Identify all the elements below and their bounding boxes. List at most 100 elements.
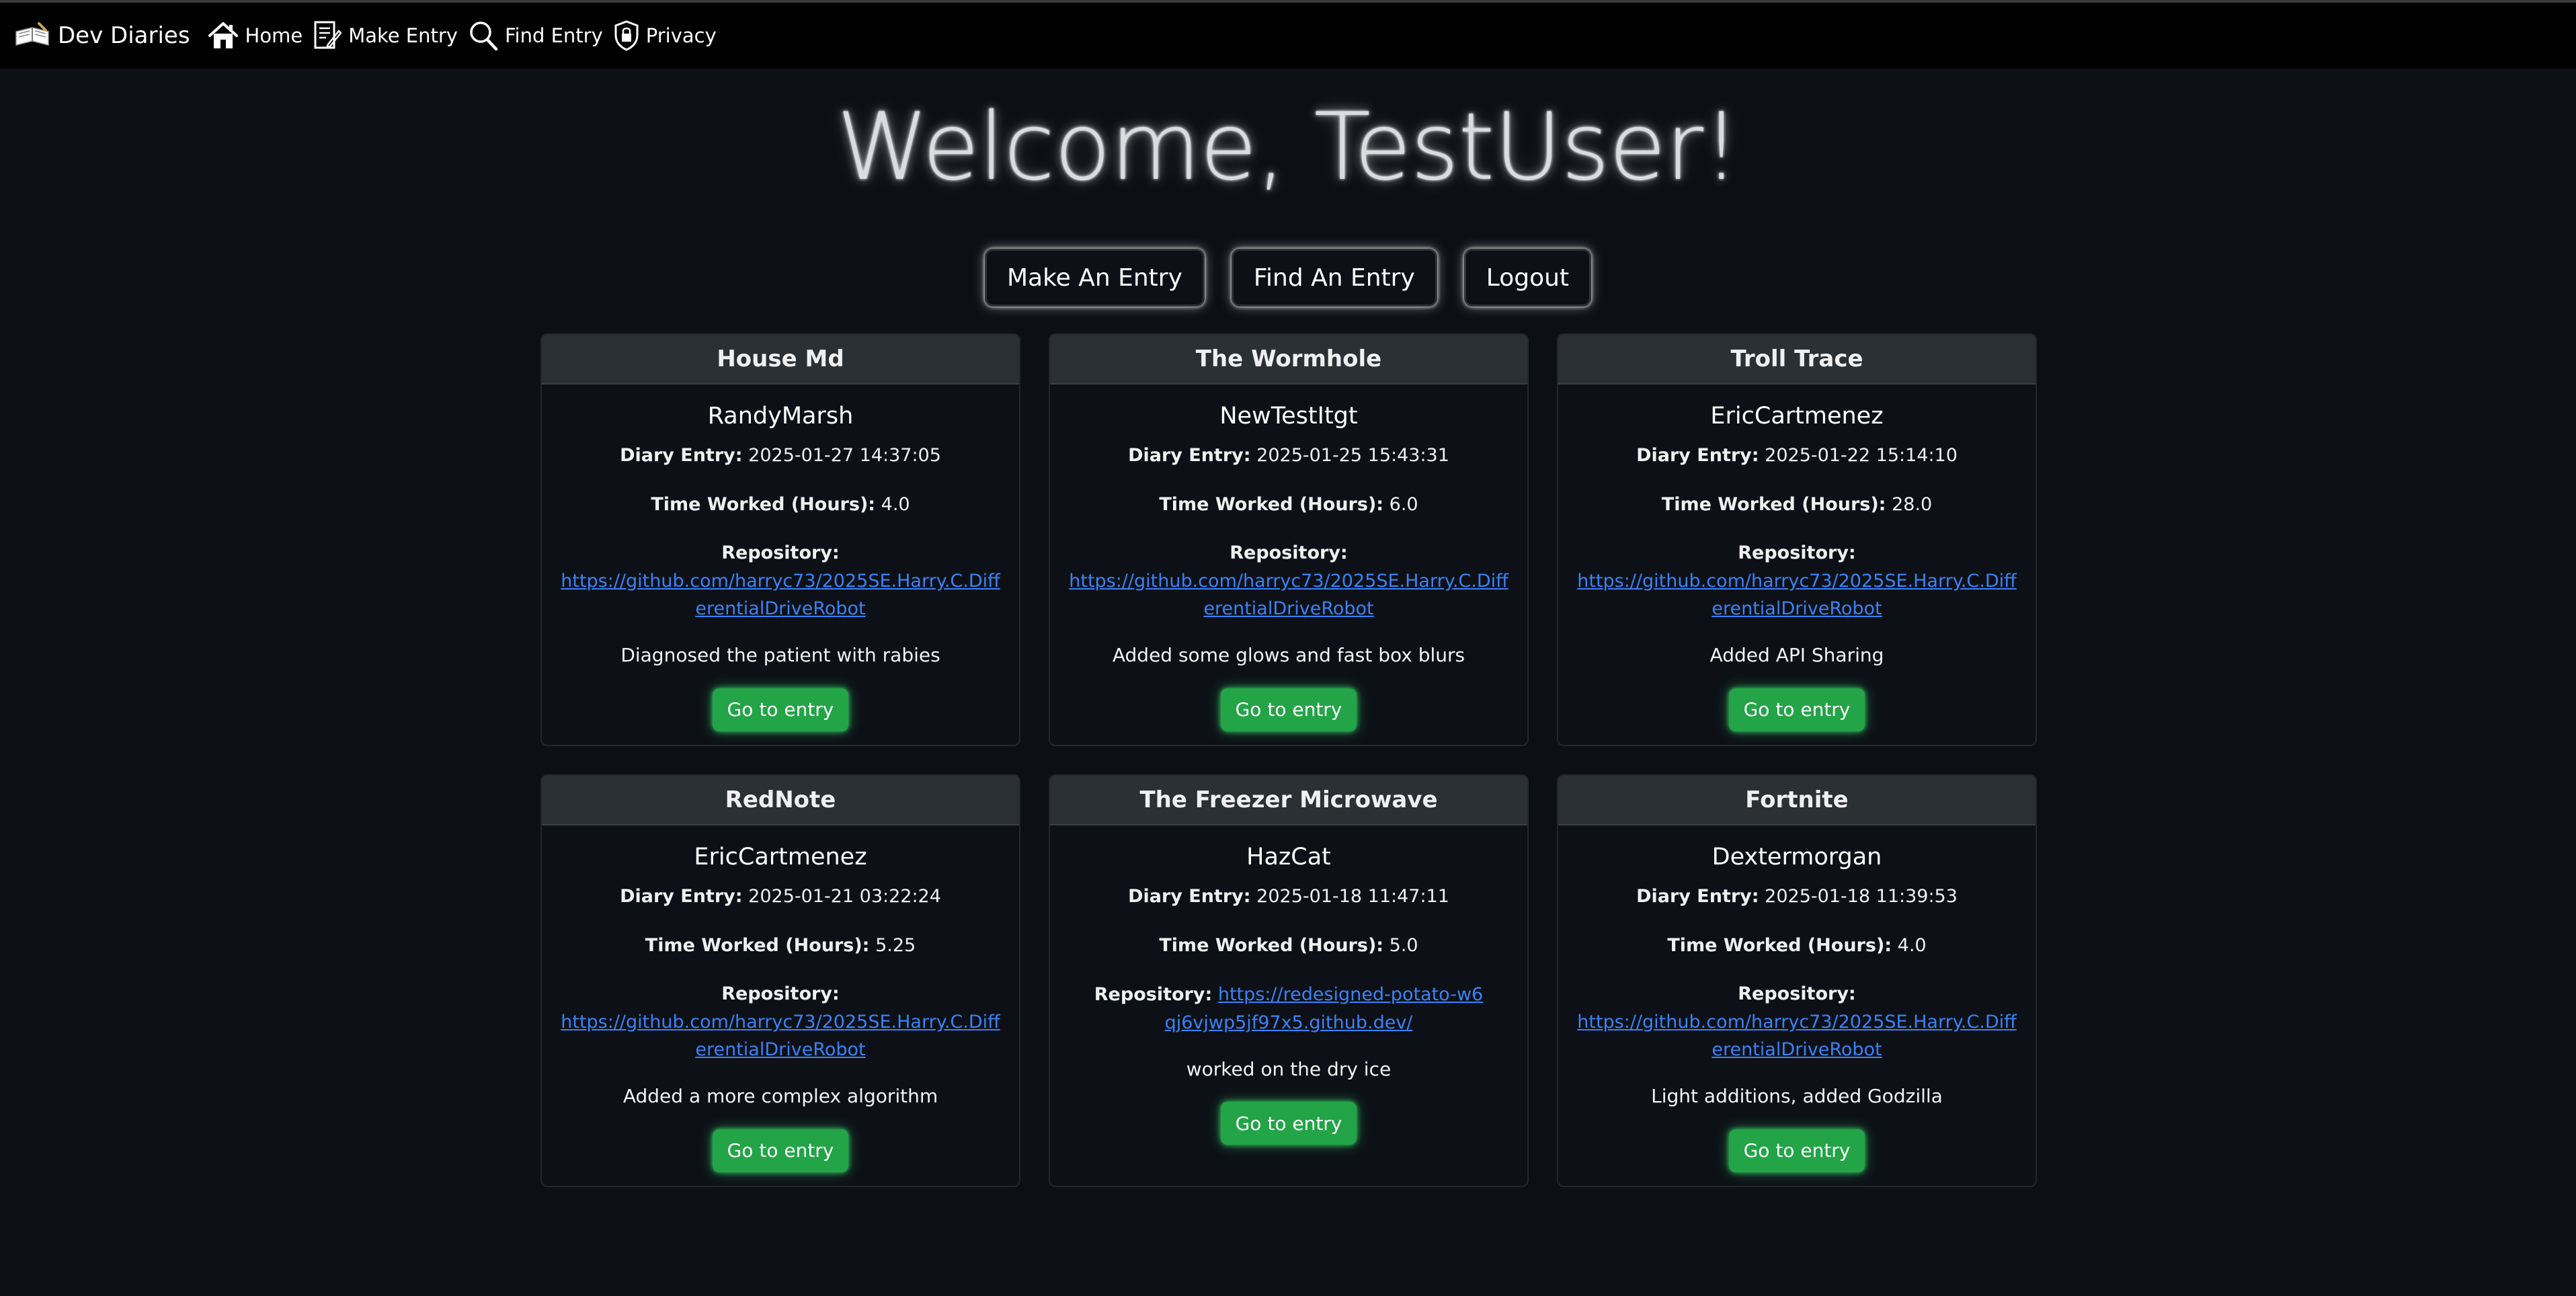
nav-label-find-entry: Find Entry: [504, 24, 603, 47]
entry-repo-row: Repository: https://github.com/harryc73/…: [1066, 540, 1511, 623]
entry-hours: 5.0: [1389, 934, 1418, 956]
entry-hours: 6.0: [1389, 493, 1418, 515]
entry-date-row: Diary Entry: 2025-01-18 11:47:11: [1066, 883, 1511, 911]
home-icon: [208, 22, 239, 50]
entry-description: Added a more complex algorithm: [622, 1085, 938, 1108]
entry-hours-row: Time Worked (Hours): 5.0: [1066, 932, 1511, 960]
entry-repo-row: Repository: https://github.com/harryc73/…: [558, 540, 1003, 623]
entries-grid: House Md RandyMarsh Diary Entry: 2025-01…: [540, 333, 2037, 1187]
diary-entry-label: Diary Entry:: [620, 886, 743, 907]
entry-date-row: Diary Entry: 2025-01-25 15:43:31: [1066, 442, 1511, 470]
repository-link[interactable]: https://github.com/harryc73/2025SE.Harry…: [558, 1008, 1003, 1065]
repository-link[interactable]: https://redesigned-potato-w6qj6vjwp5jf97…: [1165, 984, 1484, 1033]
entry-description: Light additions, added Godzilla: [1651, 1085, 1943, 1108]
entry-hours-row: Time Worked (Hours): 4.0: [558, 491, 1003, 519]
entry-card: Troll Trace EricCartmenez Diary Entry: 2…: [1557, 333, 2037, 746]
entry-title: House Md: [542, 335, 1019, 384]
go-to-entry-button[interactable]: Go to entry: [1728, 688, 1865, 731]
entry-card: The Freezer Microwave HazCat Diary Entry…: [1049, 774, 1529, 1187]
find-an-entry-button[interactable]: Find An Entry: [1231, 249, 1437, 307]
diary-entry-label: Diary Entry:: [1128, 886, 1251, 907]
entry-author: EricCartmenez: [694, 844, 867, 870]
entry-hours-row: Time Worked (Hours): 5.25: [558, 932, 1003, 960]
pencil-note-icon: [313, 20, 342, 51]
nav-item-find-entry[interactable]: Find Entry: [469, 20, 603, 51]
go-to-entry-button[interactable]: Go to entry: [1220, 1102, 1357, 1145]
welcome-heading: Welcome, TestUser!: [836, 93, 1740, 201]
entry-author: NewTestItgt: [1219, 403, 1358, 430]
shield-lock-icon: [614, 20, 639, 51]
nav-item-home[interactable]: Home: [208, 22, 303, 50]
entry-hours-row: Time Worked (Hours): 4.0: [1574, 932, 2019, 960]
entry-hours-row: Time Worked (Hours): 28.0: [1574, 491, 2019, 519]
entry-hours: 5.25: [875, 934, 916, 956]
time-worked-label: Time Worked (Hours):: [651, 493, 876, 515]
logout-button[interactable]: Logout: [1463, 249, 1592, 307]
repository-link[interactable]: https://github.com/harryc73/2025SE.Harry…: [1066, 567, 1511, 624]
entry-date-row: Diary Entry: 2025-01-21 03:22:24: [558, 883, 1003, 911]
diary-entry-label: Diary Entry:: [1636, 886, 1759, 907]
entry-author: EricCartmenez: [1710, 403, 1884, 430]
entry-author: RandyMarsh: [707, 403, 854, 430]
entry-date: 2025-01-21 03:22:24: [748, 886, 941, 907]
entry-date: 2025-01-22 15:14:10: [1765, 445, 1958, 466]
time-worked-label: Time Worked (Hours):: [645, 934, 870, 956]
entry-title: RedNote: [542, 776, 1019, 825]
entry-date: 2025-01-27 14:37:05: [748, 445, 941, 466]
entry-author: HazCat: [1246, 844, 1331, 870]
entry-date-row: Diary Entry: 2025-01-18 11:39:53: [1574, 883, 2019, 911]
entry-repo-row: Repository: https://github.com/harryc73/…: [1574, 540, 2019, 623]
go-to-entry-button[interactable]: Go to entry: [1220, 688, 1357, 731]
repository-link[interactable]: https://github.com/harryc73/2025SE.Harry…: [1574, 567, 2019, 624]
entry-description: Diagnosed the patient with rabies: [620, 644, 940, 667]
time-worked-label: Time Worked (Hours):: [1667, 934, 1892, 956]
nav-item-privacy[interactable]: Privacy: [614, 20, 717, 51]
repository-link[interactable]: https://github.com/harryc73/2025SE.Harry…: [1574, 1008, 2019, 1065]
diary-entry-label: Diary Entry:: [620, 445, 743, 466]
entry-date: 2025-01-18 11:47:11: [1256, 886, 1449, 907]
entry-card: Fortnite Dextermorgan Diary Entry: 2025-…: [1557, 774, 2037, 1187]
diary-entry-label: Diary Entry:: [1128, 445, 1251, 466]
go-to-entry-button[interactable]: Go to entry: [712, 1129, 849, 1172]
entry-description: worked on the dry ice: [1186, 1057, 1392, 1080]
navbar: Dev Diaries Home Make Entry Find Entry P…: [0, 0, 2576, 69]
nav-label-privacy: Privacy: [645, 24, 717, 47]
nav-label-make-entry: Make Entry: [348, 24, 458, 47]
go-to-entry-button[interactable]: Go to entry: [712, 688, 849, 731]
repository-label: Repository:: [1230, 542, 1348, 563]
repository-label: Repository:: [1738, 542, 1856, 563]
entry-card: The Wormhole NewTestItgt Diary Entry: 20…: [1049, 333, 1529, 746]
entry-hours: 28.0: [1892, 493, 1933, 515]
time-worked-label: Time Worked (Hours):: [1661, 493, 1886, 515]
make-an-entry-button[interactable]: Make An Entry: [984, 249, 1205, 307]
entry-description: Added some glows and fast box blurs: [1112, 644, 1465, 667]
entry-description: Added API Sharing: [1709, 644, 1884, 667]
diary-entry-label: Diary Entry:: [1636, 445, 1759, 466]
repository-link[interactable]: https://github.com/harryc73/2025SE.Harry…: [558, 567, 1003, 624]
entry-date-row: Diary Entry: 2025-01-22 15:14:10: [1574, 442, 2019, 470]
entry-date: 2025-01-25 15:43:31: [1256, 445, 1449, 466]
entry-author: Dextermorgan: [1712, 844, 1882, 870]
repository-label: Repository:: [721, 542, 840, 563]
time-worked-label: Time Worked (Hours):: [1159, 934, 1384, 956]
brand-link[interactable]: Dev Diaries: [13, 22, 190, 49]
entry-title: The Freezer Microwave: [1050, 776, 1527, 825]
entry-hours-row: Time Worked (Hours): 6.0: [1066, 491, 1511, 519]
nav-label-home: Home: [245, 24, 303, 47]
entry-hours: 4.0: [881, 493, 910, 515]
entry-card: House Md RandyMarsh Diary Entry: 2025-01…: [540, 333, 1020, 746]
search-icon: [469, 20, 498, 51]
nav-item-make-entry[interactable]: Make Entry: [313, 20, 458, 51]
entry-repo-row: Repository: https://github.com/harryc73/…: [1574, 981, 2019, 1064]
entry-title: Troll Trace: [1558, 335, 2036, 384]
go-to-entry-button[interactable]: Go to entry: [1728, 1129, 1865, 1172]
entry-hours: 4.0: [1897, 934, 1927, 956]
entry-date-row: Diary Entry: 2025-01-27 14:37:05: [558, 442, 1003, 470]
time-worked-label: Time Worked (Hours):: [1159, 493, 1384, 515]
entry-date: 2025-01-18 11:39:53: [1765, 886, 1958, 907]
entry-repo-row: Repository: https://redesigned-potato-w6…: [1066, 981, 1511, 1037]
repository-label: Repository:: [1094, 984, 1213, 1005]
entry-title: Fortnite: [1558, 776, 2036, 825]
entry-title: The Wormhole: [1050, 335, 1527, 384]
repository-label: Repository:: [721, 983, 840, 1004]
